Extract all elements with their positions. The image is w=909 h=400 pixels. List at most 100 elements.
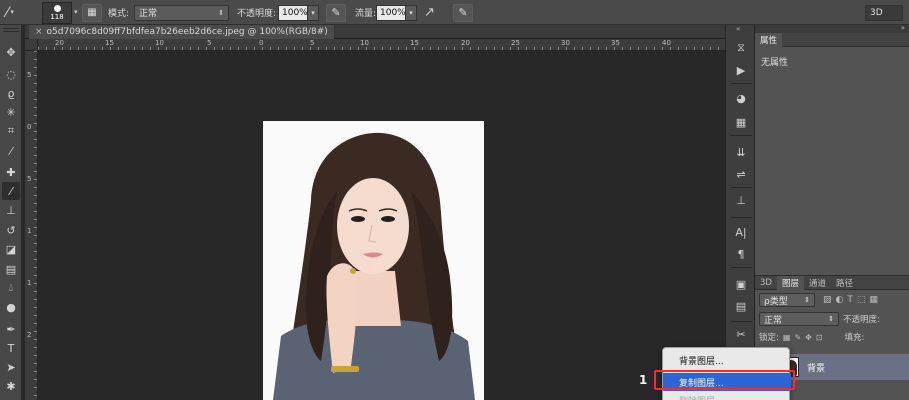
separator	[730, 83, 752, 84]
ruler-number: 2	[27, 331, 32, 339]
ruler-number: 15	[105, 39, 114, 47]
document-tab-strip: × o5d7096c8d09ff7bfdfea7b26eeb2d6ce.jpeg…	[25, 25, 725, 39]
gradient-tool-icon[interactable]: ▤	[2, 260, 20, 278]
filter-pixel-icon[interactable]: ▨	[823, 295, 832, 305]
toolbox: ✥ ◌ ϱ ✳ ⌗ ⁄ ✚ ⁄ ⊥ ↺ ◪ ▤ 💧︎ ● ✒ T ➤ ✱	[0, 25, 22, 400]
properties-empty-text: 无属性	[761, 58, 789, 68]
chevron-down-icon: ▾	[409, 8, 413, 17]
panel-header-bar: »	[755, 24, 909, 33]
brush-panel-icon: ▦	[87, 7, 97, 18]
tab-layers[interactable]: 图层	[776, 276, 804, 290]
layer-filter-value: ρ类型	[764, 296, 788, 307]
tool-presets-panel-icon[interactable]: ✂	[730, 325, 752, 343]
blur-tool-icon[interactable]: 💧︎	[2, 279, 20, 297]
move-tool-icon[interactable]: ✥	[2, 43, 20, 61]
ruler-number: 30	[561, 39, 570, 47]
close-icon[interactable]: ×	[35, 27, 43, 37]
filter-type-icon[interactable]: T	[847, 295, 853, 305]
eraser-tool-icon[interactable]: ◪	[2, 240, 20, 258]
lock-position-icon[interactable]: ✥	[805, 333, 812, 342]
brush-tool-preset-picker[interactable]: ⁄ ▾	[6, 0, 14, 25]
history-panel-icon[interactable]: ⧖	[730, 39, 752, 57]
opacity-input[interactable]: 100%	[278, 4, 308, 21]
brush-size-value: 118	[50, 12, 64, 21]
options-bar: ⁄ ▾ 118 ▾ ▦ 模式: 正常 ⇕ 不透明度: 100% ▾ ✎ 流量: …	[0, 0, 909, 25]
filter-smart-object-icon[interactable]: ▦	[869, 295, 878, 305]
flow-input[interactable]: 100%	[376, 4, 406, 21]
collapse-panels-icon[interactable]: »	[901, 24, 905, 32]
workspace-value: 3D	[870, 7, 883, 18]
chevron-down-icon: ▾	[74, 8, 78, 16]
updown-arrows-icon: ⇕	[804, 296, 810, 304]
stamp-tool-icon[interactable]: ⊥	[2, 201, 20, 219]
ruler-number: 1	[27, 227, 32, 235]
menu-item-background-layer[interactable]: 背景图层...	[663, 351, 791, 369]
tab-3d[interactable]: 3D	[755, 276, 777, 290]
clone-source-panel-icon[interactable]: ⊥	[730, 191, 752, 209]
swatches-panel-icon[interactable]: ▦	[730, 113, 752, 131]
brush-presets-panel-icon[interactable]: ⇊	[730, 143, 752, 161]
history-brush-tool-icon[interactable]: ↺	[2, 221, 20, 239]
ruler-number: 0	[259, 39, 264, 47]
color-panel-icon[interactable]: ◕	[730, 89, 752, 107]
ruler-number: 20	[461, 39, 470, 47]
notes-panel-icon[interactable]: ▤	[730, 297, 752, 315]
updown-arrows-icon: ⇕	[828, 315, 834, 323]
airbrush-icon[interactable]: ↗	[424, 6, 435, 19]
lasso-tool-icon[interactable]: ϱ	[2, 84, 20, 102]
opacity-dropdown-button[interactable]: ▾	[308, 4, 319, 21]
tab-paths[interactable]: 路径	[831, 276, 858, 290]
eyedropper-tool-icon[interactable]: ⁄	[2, 142, 20, 160]
menu-item-delete-layer[interactable]: 删除图层	[663, 391, 791, 400]
pressure-size-button[interactable]: ✎	[453, 3, 473, 22]
crop-tool-icon[interactable]: ⌗	[2, 122, 20, 140]
workspace-select[interactable]: 3D	[865, 4, 903, 21]
brush-dot-icon	[53, 4, 61, 12]
opacity-label: 不透明度:	[237, 9, 277, 19]
lock-transparency-icon[interactable]: ▦	[783, 333, 791, 342]
ruler-number: 1	[27, 279, 32, 287]
ruler-number: 0	[27, 123, 32, 131]
flow-value: 100%	[380, 7, 406, 18]
brush-size-picker[interactable]: 118 ▾	[42, 0, 78, 25]
fill-label: 填充:	[844, 333, 865, 343]
mode-select[interactable]: 正常 ⇕	[134, 4, 229, 21]
paragraph-panel-icon[interactable]: ¶	[730, 245, 752, 263]
tab-properties[interactable]: 属性	[755, 33, 783, 47]
pressure-opacity-button[interactable]: ✎	[326, 3, 346, 22]
filter-adjustment-icon[interactable]: ◐	[836, 295, 844, 305]
shape-tool-icon[interactable]: ✱	[2, 377, 20, 395]
separator	[730, 135, 752, 136]
tab-channels[interactable]: 通道	[804, 276, 831, 290]
path-selection-tool-icon[interactable]: ➤	[2, 358, 20, 376]
brush-panel-toggle-button[interactable]: ▦	[82, 3, 102, 22]
blend-mode-select[interactable]: 正常 ⇕	[759, 312, 839, 326]
lock-image-icon[interactable]: ✎	[794, 333, 801, 342]
document-tab[interactable]: × o5d7096c8d09ff7bfdfea7b26eeb2d6ce.jpeg…	[29, 25, 334, 39]
ruler-number: 5	[27, 71, 32, 79]
dodge-tool-icon[interactable]: ●	[2, 298, 20, 316]
updown-arrows-icon: ⇕	[218, 8, 224, 17]
healing-brush-tool-icon[interactable]: ✚	[2, 163, 20, 181]
ruler-number: 10	[360, 39, 369, 47]
collapse-panels-icon[interactable]: «	[736, 25, 740, 33]
flow-dropdown-button[interactable]: ▾	[406, 4, 417, 21]
character-panel-icon[interactable]: A|	[730, 223, 752, 241]
ruler-left: 5 0 5 1 1 2	[25, 51, 38, 400]
brush-panel-icon[interactable]: ⇌	[730, 165, 752, 183]
separator	[730, 267, 752, 268]
type-tool-icon[interactable]: T	[2, 339, 20, 357]
ruler-corner	[25, 39, 38, 51]
filter-shape-icon[interactable]: ⬚	[857, 295, 866, 305]
actions-panel-icon[interactable]: ▶	[730, 61, 752, 79]
info-panel-icon[interactable]: ▣	[730, 275, 752, 293]
brush-tool-icon[interactable]: ⁄	[2, 182, 20, 200]
pen-tool-icon[interactable]: ✒	[2, 320, 20, 338]
magic-wand-tool-icon[interactable]: ✳	[2, 103, 20, 121]
layer-filter-select[interactable]: ρ类型 ⇕	[759, 293, 815, 307]
document-image[interactable]	[263, 121, 484, 400]
lock-all-icon[interactable]: ⊡	[816, 333, 823, 342]
chevron-down-icon: ▾	[10, 8, 14, 16]
marquee-tool-icon[interactable]: ◌	[2, 65, 20, 83]
pen-pressure-size-icon: ✎	[458, 6, 468, 19]
